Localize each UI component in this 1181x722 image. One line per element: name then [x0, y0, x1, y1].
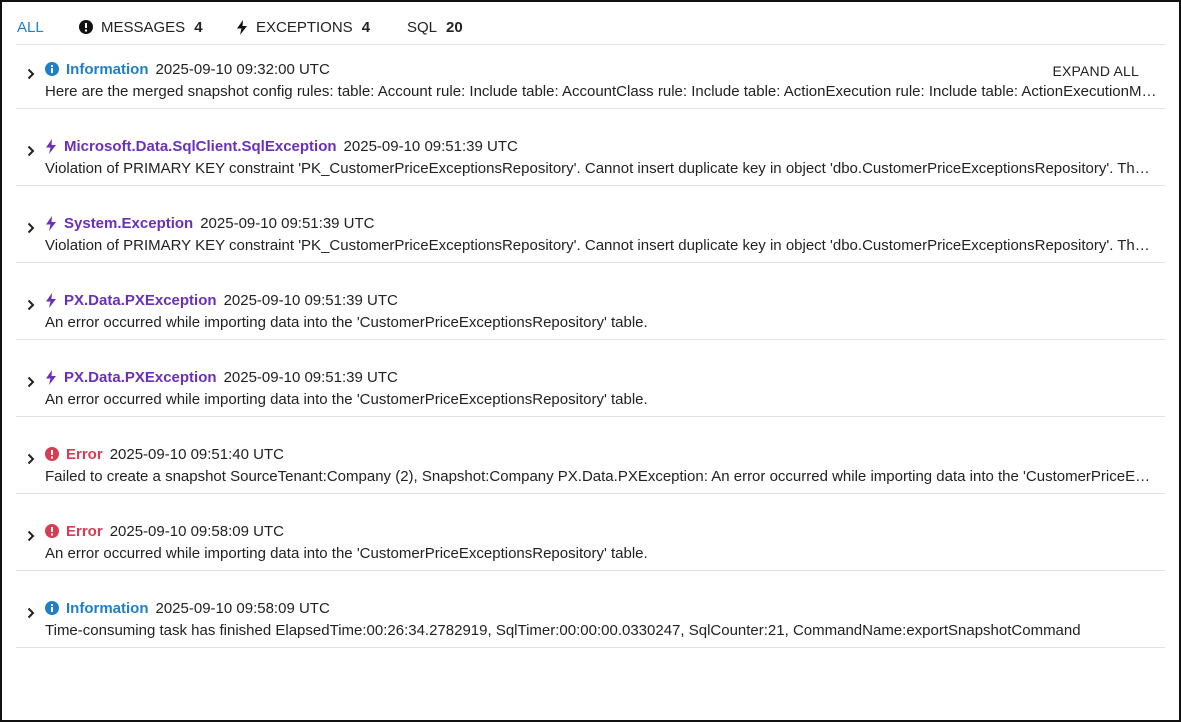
log-entry: System.Exception 2025-09-10 09:51:39 UTC…	[16, 185, 1165, 263]
chevron-right-icon[interactable]	[25, 453, 37, 465]
log-entry-message: An error occurred while importing data i…	[45, 391, 648, 408]
log-entry-title: PX.Data.PXException	[64, 291, 217, 309]
log-entry-title: Information	[66, 60, 149, 78]
log-entry-message: Violation of PRIMARY KEY constraint 'PK_…	[45, 160, 1157, 177]
log-entry-title: Error	[66, 445, 103, 463]
log-entry-title: Information	[66, 599, 149, 617]
log-panel: ALL MESSAGES 4 EXCEPTIONS 4 SQL 20 EXPAN…	[0, 0, 1181, 722]
severity-label: Information	[45, 600, 149, 617]
log-entry-timestamp: 2025-09-10 09:58:09 UTC	[155, 599, 330, 617]
chevron-right-icon[interactable]	[25, 299, 37, 311]
log-entry-header: Information 2025-09-10 09:58:09 UTC	[45, 598, 330, 618]
log-entry-header: Information 2025-09-10 09:32:00 UTC	[45, 59, 330, 79]
log-entry-timestamp: 2025-09-10 09:51:39 UTC	[223, 368, 398, 386]
log-entry-message: Violation of PRIMARY KEY constraint 'PK_…	[45, 237, 1157, 254]
severity-label: System.Exception	[45, 215, 193, 232]
info-icon	[45, 601, 63, 615]
log-entry-message: An error occurred while importing data i…	[45, 314, 648, 331]
log-entry-header: Microsoft.Data.SqlClient.SqlException 20…	[45, 136, 518, 156]
log-entry-message: Time-consuming task has finished Elapsed…	[45, 622, 1081, 639]
log-entry: PX.Data.PXException 2025-09-10 09:51:39 …	[16, 339, 1165, 417]
error-icon	[45, 524, 63, 538]
info-icon	[45, 62, 63, 76]
lightning-icon	[45, 215, 61, 231]
chevron-right-icon[interactable]	[25, 376, 37, 388]
severity-label: PX.Data.PXException	[45, 292, 217, 309]
log-entry-message: An error occurred while importing data i…	[45, 545, 648, 562]
log-entry-message: Here are the merged snapshot config rule…	[45, 83, 1157, 100]
log-entry-header: PX.Data.PXException 2025-09-10 09:51:39 …	[45, 367, 398, 387]
chevron-right-icon[interactable]	[25, 530, 37, 542]
log-entry: Information 2025-09-10 09:58:09 UTC Time…	[16, 570, 1165, 648]
lightning-icon	[45, 369, 61, 385]
log-entry-header: PX.Data.PXException 2025-09-10 09:51:39 …	[45, 290, 398, 310]
log-entry: Microsoft.Data.SqlClient.SqlException 20…	[16, 108, 1165, 186]
log-entry-timestamp: 2025-09-10 09:58:09 UTC	[109, 522, 284, 540]
error-icon	[45, 447, 63, 461]
log-entry-title: Microsoft.Data.SqlClient.SqlException	[64, 137, 337, 155]
log-entry: Error 2025-09-10 09:58:09 UTC An error o…	[16, 493, 1165, 571]
chevron-right-icon[interactable]	[25, 68, 37, 80]
lightning-icon	[45, 138, 61, 154]
log-entry: Information 2025-09-10 09:32:00 UTC Here…	[16, 31, 1165, 109]
log-entry-header: System.Exception 2025-09-10 09:51:39 UTC	[45, 213, 375, 233]
severity-label: Error	[45, 523, 103, 540]
log-entry-message: Failed to create a snapshot SourceTenant…	[45, 468, 1157, 485]
severity-label: Information	[45, 61, 149, 78]
chevron-right-icon[interactable]	[25, 607, 37, 619]
log-entry-title: Error	[66, 522, 103, 540]
log-entry-timestamp: 2025-09-10 09:51:39 UTC	[343, 137, 518, 155]
severity-label: Error	[45, 446, 103, 463]
log-entry-header: Error 2025-09-10 09:58:09 UTC	[45, 521, 284, 541]
log-entry-timestamp: 2025-09-10 09:51:39 UTC	[223, 291, 398, 309]
log-entry-title: System.Exception	[64, 214, 194, 232]
chevron-right-icon[interactable]	[25, 222, 37, 234]
log-entry: PX.Data.PXException 2025-09-10 09:51:39 …	[16, 262, 1165, 340]
log-entry-header: Error 2025-09-10 09:51:40 UTC	[45, 444, 284, 464]
lightning-icon	[45, 292, 61, 308]
log-entry: Error 2025-09-10 09:51:40 UTC Failed to …	[16, 416, 1165, 494]
log-entry-timestamp: 2025-09-10 09:51:40 UTC	[109, 445, 284, 463]
severity-label: PX.Data.PXException	[45, 369, 217, 386]
log-entry-timestamp: 2025-09-10 09:51:39 UTC	[200, 214, 375, 232]
chevron-right-icon[interactable]	[25, 145, 37, 157]
log-entry-title: PX.Data.PXException	[64, 368, 217, 386]
severity-label: Microsoft.Data.SqlClient.SqlException	[45, 138, 337, 155]
log-entry-timestamp: 2025-09-10 09:32:00 UTC	[155, 60, 330, 78]
